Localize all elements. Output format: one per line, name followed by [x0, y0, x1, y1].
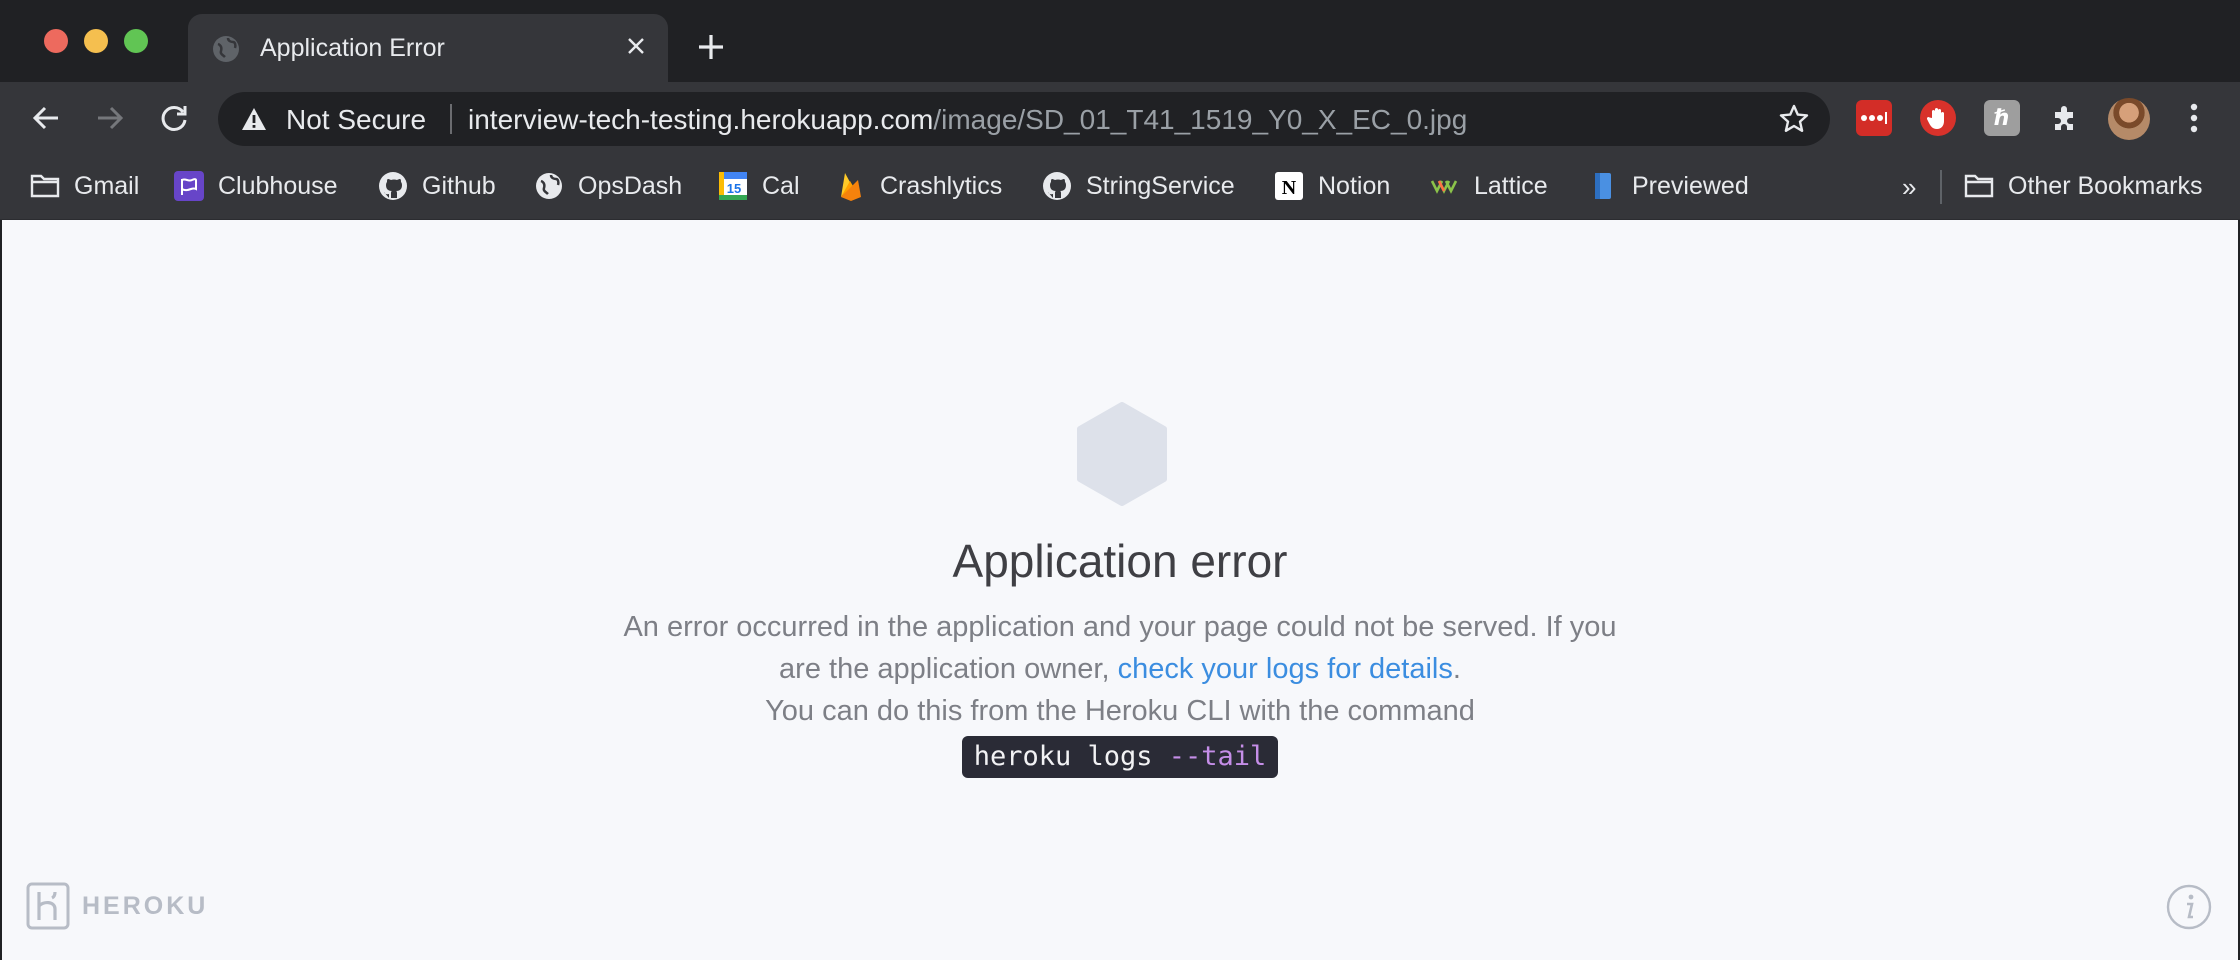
other-bookmarks-label: Other Bookmarks [2008, 171, 2203, 200]
heroku-wordmark: HEROKU [82, 891, 209, 920]
folder-icon [1964, 171, 1994, 201]
bookmark-stringservice[interactable]: StringService [1042, 168, 1235, 204]
github-icon [1042, 171, 1072, 201]
bookmark-cal[interactable]: 15 Cal [718, 168, 800, 204]
reload-icon [161, 105, 187, 131]
heroku-logo[interactable]: HEROKU [26, 882, 208, 930]
tab-strip: Application Error [0, 0, 2240, 82]
bookmark-previewed[interactable]: Previewed [1588, 168, 1749, 204]
new-tab-button[interactable] [694, 30, 728, 64]
cli-command[interactable]: heroku logs --tail [961, 736, 1279, 778]
globe-icon [534, 171, 564, 201]
extensions-button[interactable] [2048, 100, 2084, 136]
bookmark-label: StringService [1086, 171, 1235, 200]
bookmark-lattice[interactable]: Lattice [1430, 168, 1548, 204]
logs-link[interactable]: check your logs for details [1118, 653, 1453, 685]
bookmark-label: Cal [762, 171, 800, 200]
bookmark-label: Crashlytics [880, 171, 1003, 200]
github-icon [378, 171, 408, 201]
calendar-badge: 15 [727, 181, 741, 196]
bookmark-label: Clubhouse [218, 171, 338, 200]
active-tab[interactable]: Application Error [188, 14, 668, 82]
cmd-base: heroku logs [973, 741, 1169, 772]
adblock-extension-button[interactable] [1920, 100, 1956, 136]
bookmark-label: Gmail [74, 171, 140, 200]
minimize-window-button[interactable] [84, 29, 108, 53]
profile-avatar[interactable] [2108, 98, 2150, 140]
bookmark-clubhouse[interactable]: Clubhouse [174, 168, 338, 204]
cmd-flag: --tail [1168, 741, 1267, 772]
close-tab-button[interactable] [622, 32, 650, 60]
bookmarks-overflow-button[interactable]: » [1902, 172, 1916, 203]
bookmarks-bar: Gmail Clubhouse Github OpsDash 15 Cal Cr… [0, 154, 2240, 220]
arrow-left-icon [32, 106, 58, 130]
bookmark-opsdash[interactable]: OpsDash [534, 168, 682, 204]
info-icon[interactable] [2166, 884, 2212, 930]
cli-hint: You can do this from the Heroku CLI with… [765, 695, 1475, 727]
error-title: Application error [952, 535, 1288, 587]
arrow-right-icon [98, 106, 124, 130]
bookmark-label: OpsDash [578, 171, 683, 200]
bookmark-github[interactable]: Github [378, 168, 496, 204]
hexagon-icon [1077, 402, 1167, 506]
bookmark-label: Notion [1318, 171, 1391, 200]
clubhouse-flag-icon [174, 171, 204, 201]
bookmark-gmail[interactable]: Gmail [30, 168, 139, 204]
back-button[interactable] [28, 100, 64, 136]
h-extension-icon: ℏ [1994, 105, 2010, 130]
error-message: An error occurred in the application and… [620, 606, 1620, 778]
tab-title: Application Error [260, 34, 445, 62]
close-window-button[interactable] [44, 29, 68, 53]
bookmark-crashlytics[interactable]: Crashlytics [836, 168, 1002, 204]
error-period: . [1452, 653, 1461, 685]
bookmark-label: Lattice [1474, 171, 1548, 200]
h-extension-button[interactable]: ℏ [1984, 100, 2020, 136]
kebab-menu-icon[interactable] [2180, 100, 2208, 136]
bookmark-icon [1588, 171, 1618, 201]
other-bookmarks[interactable]: Other Bookmarks [1964, 168, 2203, 204]
bookmark-label: Previewed [1632, 171, 1749, 200]
url-text[interactable]: interview-tech-testing.herokuapp.com/ima… [468, 104, 1467, 136]
security-status[interactable]: Not Secure [286, 104, 426, 136]
bookmark-notion[interactable]: N Notion [1274, 168, 1390, 204]
warning-icon[interactable] [240, 105, 268, 133]
browser-toolbar: Not Secure interview-tech-testing.heroku… [0, 82, 2240, 154]
address-bar[interactable]: Not Secure interview-tech-testing.heroku… [218, 92, 1830, 146]
globe-icon [213, 36, 239, 62]
firebase-icon [836, 171, 866, 201]
reload-button[interactable] [156, 100, 192, 136]
forward-button[interactable] [92, 100, 128, 136]
page-content: Application error An error occurred in t… [2, 220, 2238, 960]
lattice-icon [1430, 171, 1460, 201]
puzzle-icon [2055, 106, 2073, 130]
bookmark-label: Github [422, 171, 496, 200]
lastpass-extension-button[interactable] [1856, 100, 1892, 136]
bookmarks-divider [1940, 170, 1942, 204]
notion-badge: N [1282, 177, 1297, 199]
omnibox-divider [450, 104, 452, 134]
folder-icon [30, 171, 60, 201]
hand-icon [1927, 107, 1944, 129]
url-host: interview-tech-testing.herokuapp.com [468, 104, 934, 135]
notion-icon: N [1274, 171, 1304, 201]
heroku-icon [26, 882, 70, 930]
bookmark-star-icon[interactable] [1778, 103, 1810, 135]
close-icon [628, 38, 644, 54]
maximize-window-button[interactable] [124, 29, 148, 53]
url-path: /image/SD_01_T41_1519_Y0_X_EC_0.jpg [933, 104, 1468, 135]
lastpass-icon [1861, 112, 1887, 124]
calendar-icon: 15 [718, 171, 748, 201]
